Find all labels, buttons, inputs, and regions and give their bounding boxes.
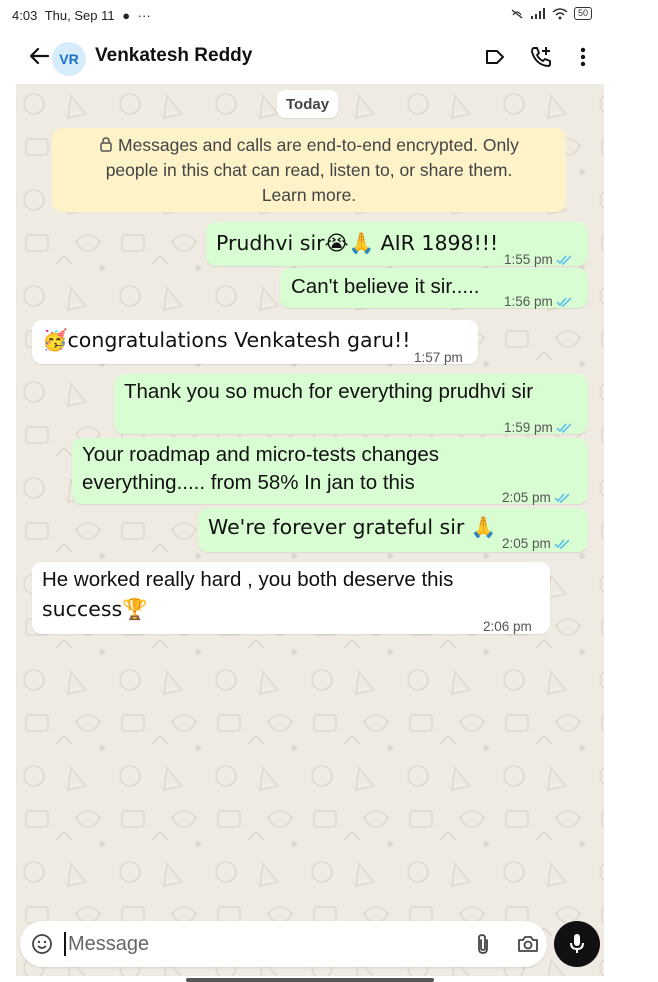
- message-text-line-2: success🏆: [42, 597, 148, 621]
- date-chip: Today: [277, 90, 339, 118]
- message-bubble-outgoing[interactable]: Can't believe it sir..... 1:56 pm: [280, 268, 588, 309]
- double-tick-icon: [554, 539, 570, 549]
- message-text-line-2: everything..... from 58% In jan to this: [82, 471, 415, 494]
- battery-icon: 50: [573, 7, 592, 20]
- home-indicator[interactable]: [186, 978, 434, 982]
- status-bar-left: 4:03 Thu, Sep 11 ● ···: [12, 8, 155, 23]
- message-bubble-incoming[interactable]: 🥳congratulations Venkatesh garu!! 1:57 p…: [32, 320, 478, 365]
- encryption-line-1: Messages and calls are end-to-end encryp…: [52, 133, 566, 158]
- message-text: Thank you so much for everything prudhvi…: [124, 380, 534, 403]
- text-cursor: [64, 932, 66, 956]
- double-tick-icon: [554, 493, 570, 503]
- message-text-line-1: He worked really hard , you both deserve…: [42, 568, 454, 591]
- message-time: 1:57 pm: [414, 350, 463, 365]
- encryption-notice[interactable]: Messages and calls are end-to-end encryp…: [52, 128, 566, 212]
- learn-more-link[interactable]: Learn more.: [52, 183, 566, 208]
- message-text: We're forever grateful sir 🙏: [208, 515, 497, 539]
- status-date: Thu, Sep 11: [44, 8, 115, 23]
- message-time: 2:06 pm: [483, 619, 532, 634]
- encryption-text-1: Messages and calls are end-to-end encryp…: [118, 135, 519, 155]
- camera-icon[interactable]: [516, 932, 540, 956]
- emoji-icon[interactable]: [30, 932, 54, 956]
- contact-name[interactable]: Venkatesh Reddy: [95, 45, 252, 67]
- message-bubble-outgoing[interactable]: Thank you so much for everything prudhvi…: [114, 374, 588, 435]
- double-tick-icon: [556, 255, 572, 265]
- label-icon[interactable]: [482, 44, 508, 70]
- message-input[interactable]: [68, 927, 368, 961]
- signal-icon: [530, 7, 545, 19]
- status-bar-right: 50: [510, 7, 592, 20]
- mute-icon: [511, 8, 523, 19]
- message-bubble-outgoing[interactable]: Your roadmap and micro-tests changes eve…: [72, 438, 588, 505]
- more-vert-icon[interactable]: [570, 44, 596, 70]
- notification-icon: ●: [122, 8, 131, 23]
- double-tick-icon: [556, 423, 572, 433]
- message-bubble-outgoing[interactable]: Prudhvi sir😭🙏 AIR 1898!!! 1:55 pm: [206, 222, 588, 267]
- avatar[interactable]: VR: [52, 42, 86, 76]
- lock-icon: [100, 137, 112, 152]
- attach-icon[interactable]: [472, 932, 494, 956]
- arrow-left-icon[interactable]: [28, 44, 50, 68]
- add-call-icon[interactable]: [528, 44, 554, 70]
- status-overflow: ···: [137, 8, 151, 23]
- message-text: Can't believe it sir.....: [291, 275, 480, 298]
- wifi-icon: [552, 7, 568, 19]
- message-text: 🥳congratulations Venkatesh garu!!: [42, 328, 411, 352]
- message-time: 1:56 pm: [504, 288, 572, 316]
- encryption-line-2: people in this chat can read, listen to,…: [105, 160, 513, 180]
- message-composer: [20, 921, 547, 967]
- mic-icon: [570, 934, 584, 953]
- double-tick-icon: [556, 297, 572, 307]
- message-time: 2:05 pm: [502, 530, 570, 558]
- message-bubble-outgoing[interactable]: We're forever grateful sir 🙏 2:05 pm: [198, 508, 588, 552]
- chat-header: VR Venkatesh Reddy: [0, 32, 604, 82]
- message-text-line-1: Your roadmap and micro-tests changes: [82, 443, 440, 466]
- status-time: 4:03: [12, 8, 38, 23]
- mic-button[interactable]: [554, 921, 600, 967]
- message-bubble-incoming[interactable]: He worked really hard , you both deserve…: [32, 562, 550, 634]
- message-text: Prudhvi sir😭🙏 AIR 1898!!!: [216, 231, 499, 255]
- status-bar: 4:03 Thu, Sep 11 ● ··· 50: [0, 0, 604, 30]
